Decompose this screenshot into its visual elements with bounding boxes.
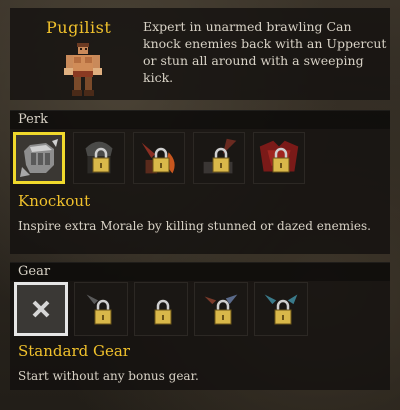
lock-icon <box>272 147 290 173</box>
perk-panel: Knockout Inspire extra Morale by killing… <box>10 128 390 254</box>
perk-title: Knockout <box>18 192 91 210</box>
gear-slot-standard[interactable] <box>14 282 68 336</box>
lock-icon <box>152 147 170 173</box>
gear-panel: Standard Gear Start without any bonus ge… <box>10 280 390 390</box>
perk-slot-knockout[interactable] <box>13 132 65 184</box>
perk-description: Inspire extra Morale by killing stunned … <box>18 219 371 233</box>
gear-title: Standard Gear <box>18 342 130 360</box>
hero-name: Pugilist <box>46 18 112 37</box>
gear-slot-locked-3[interactable] <box>134 282 188 336</box>
close-icon <box>32 300 50 318</box>
gear-header-label: Gear <box>18 264 51 279</box>
lock-icon <box>274 299 292 325</box>
perk-slot-locked-2[interactable] <box>73 132 125 184</box>
lock-icon <box>94 299 112 325</box>
perk-slot-locked-5[interactable] <box>253 132 305 184</box>
perk-slot-locked-3[interactable] <box>133 132 185 184</box>
fist-icon <box>16 135 62 181</box>
gear-slot-locked-4[interactable] <box>194 282 248 336</box>
gear-description: Start without any bonus gear. <box>18 369 199 383</box>
lock-icon <box>214 299 232 325</box>
hero-portrait <box>64 43 102 96</box>
hero-description: Expert in unarmed brawling Can knock ene… <box>143 19 387 85</box>
hero-panel: Pugilist Expert in unarmed brawling Can … <box>10 8 390 100</box>
perk-header-label: Perk <box>18 112 48 127</box>
gear-slot-locked-5[interactable] <box>254 282 308 336</box>
gear-slot-locked-2[interactable] <box>74 282 128 336</box>
lock-icon <box>212 147 230 173</box>
gear-section-header: Gear <box>10 262 390 281</box>
perk-section-header: Perk <box>10 110 390 129</box>
lock-icon <box>92 147 110 173</box>
lock-icon <box>154 299 172 325</box>
perk-slot-locked-4[interactable] <box>193 132 245 184</box>
